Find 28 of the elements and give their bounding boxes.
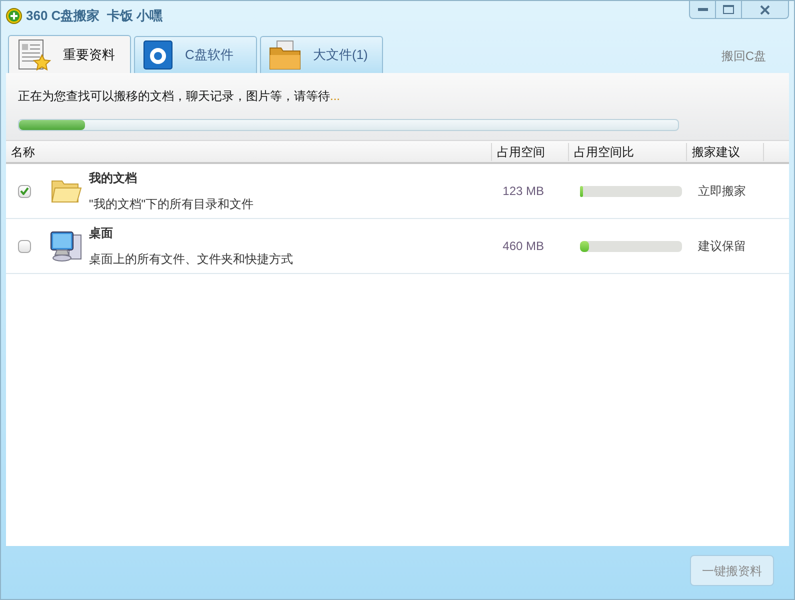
column-header: 名称 (10, 144, 36, 160)
minimize-icon (698, 8, 708, 11)
maximize-icon (723, 5, 734, 14)
tab[interactable]: 大文件(1) (260, 36, 383, 73)
size-text: 460 MB (502, 238, 544, 255)
suggestion-text: 建议保留 (698, 238, 746, 255)
scan-status-text: 正在为您查找可以搬移的文档，聊天记录，图片等，请等待... (18, 88, 342, 105)
checkbox[interactable] (18, 240, 30, 252)
tab[interactable]: C盘软件 (134, 36, 257, 73)
item-title: 我的文档 (89, 170, 138, 187)
item-description: "我的文档"下的所有目录和文件 (89, 196, 255, 213)
folder-icon (269, 40, 301, 70)
window-title: 360 C盘搬家 卡饭 小嘿 (26, 7, 163, 25)
close-icon (760, 4, 770, 14)
item-description: 桌面上的所有文件、文件夹和快捷方式 (89, 251, 294, 268)
restore-link[interactable]: 搬回C盘 (721, 47, 766, 65)
item-title: 桌面 (89, 225, 114, 242)
computer-icon (48, 229, 82, 263)
column-header: 占用空间比 (568, 142, 686, 160)
column-header: 占用空间 (491, 142, 568, 160)
size-text: 123 MB (502, 183, 544, 200)
plus-logo-icon (6, 8, 22, 24)
column-header: 搬家建议 (686, 142, 764, 160)
checkbox[interactable] (18, 184, 30, 198)
suggestion-text: 立即搬家 (698, 183, 746, 200)
checkmark-icon (20, 187, 28, 195)
tab[interactable]: 重要资料 (8, 35, 131, 73)
document-star-icon (17, 38, 51, 70)
